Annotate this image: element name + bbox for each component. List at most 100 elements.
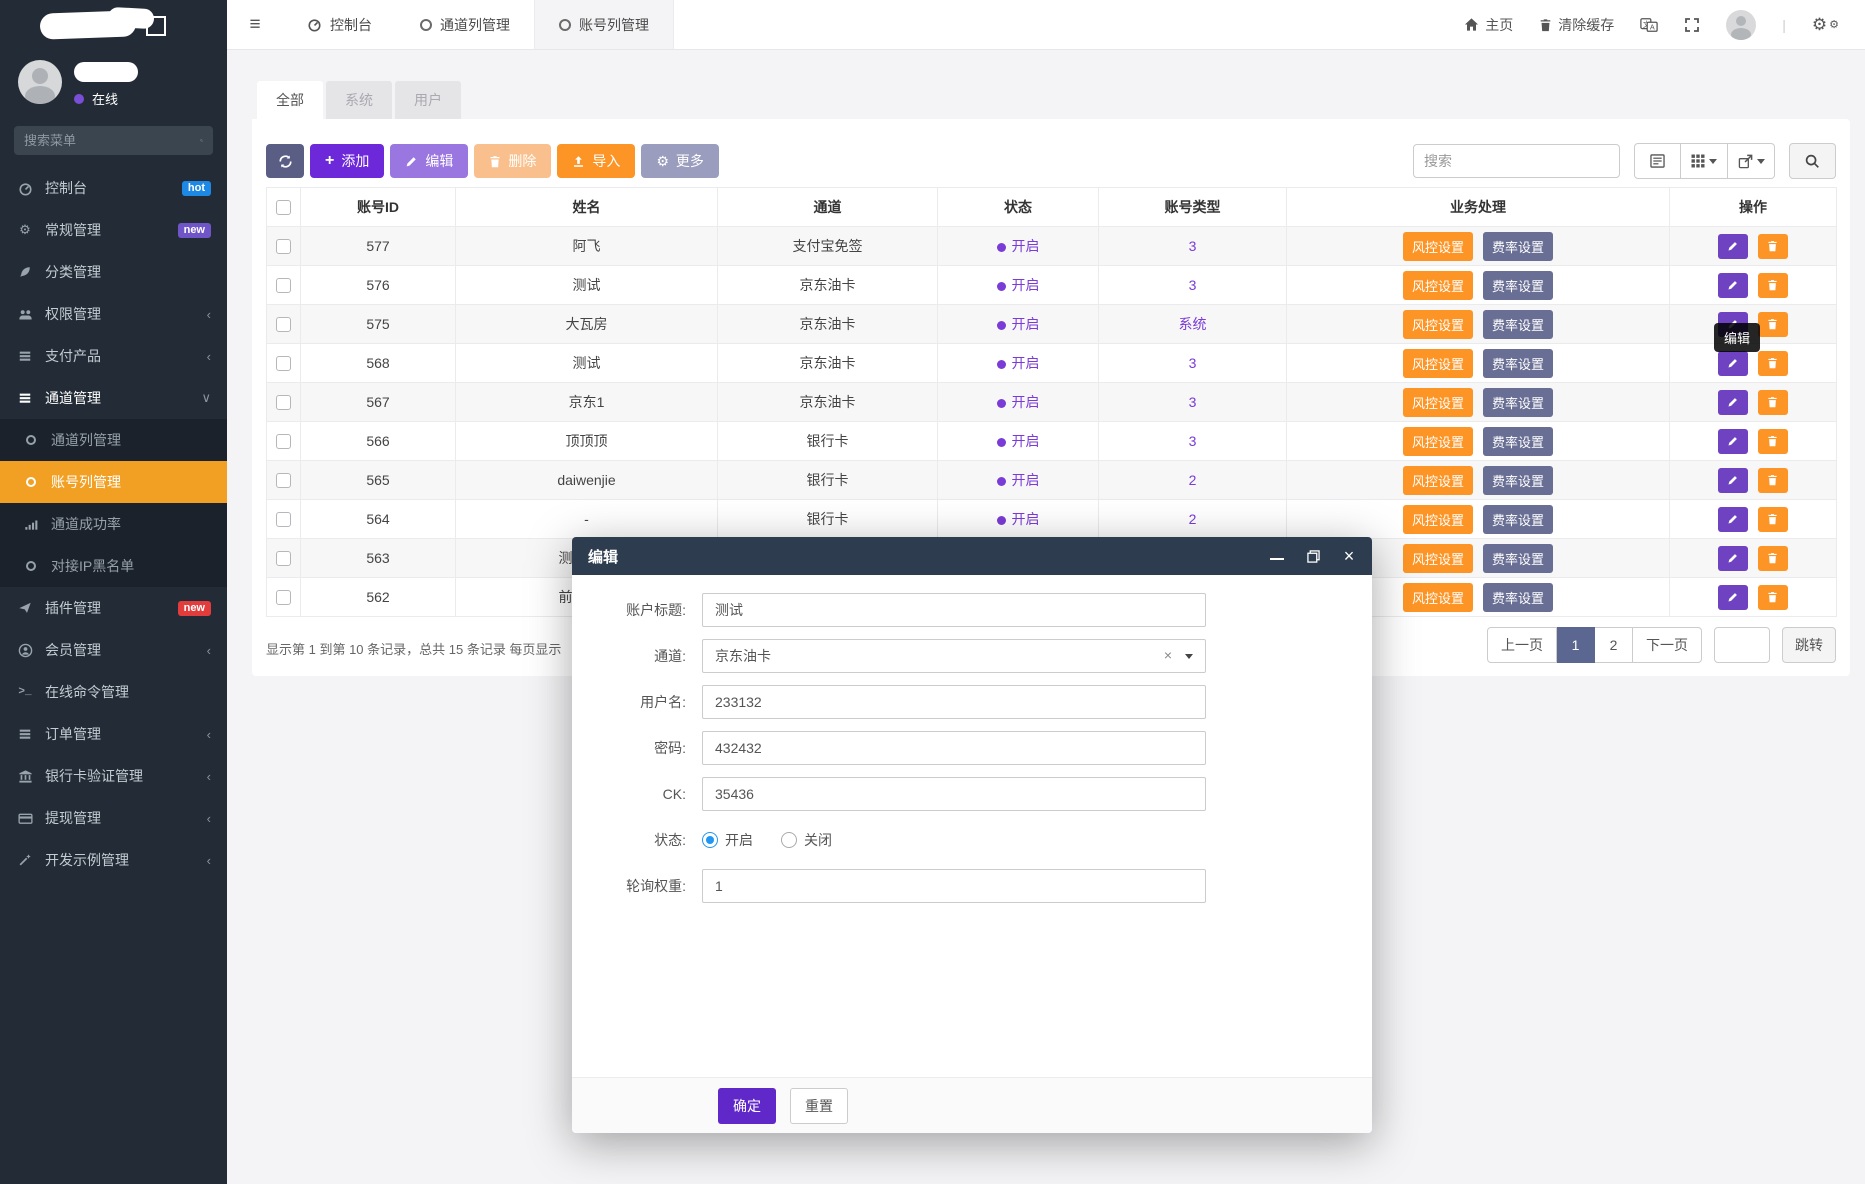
sidebar-item-orders[interactable]: 订单管理 ‹	[0, 713, 227, 755]
row-edit-button[interactable]	[1718, 506, 1749, 532]
row-delete-button[interactable]	[1757, 311, 1788, 337]
risk-settings-button[interactable]: 风控设置	[1403, 387, 1474, 417]
risk-settings-button[interactable]: 风控设置	[1403, 348, 1474, 378]
sidebar-item-account-list[interactable]: 账号列管理	[0, 461, 227, 503]
page-2-button[interactable]: 2	[1595, 627, 1633, 663]
search-button[interactable]	[1789, 143, 1836, 179]
rate-settings-button[interactable]: 费率设置	[1482, 582, 1553, 612]
row-checkbox[interactable]	[276, 590, 291, 606]
sidebar-item-channel-mgmt[interactable]: 通道管理 ∨	[0, 377, 227, 419]
row-checkbox[interactable]	[276, 434, 291, 450]
sidebar-item-bankcard-verify[interactable]: 银行卡验证管理 ‹	[0, 755, 227, 797]
tab-all[interactable]: 全部	[257, 81, 323, 119]
navbar-avatar[interactable]	[1726, 9, 1757, 40]
translate-icon[interactable]: 文A	[1640, 17, 1658, 33]
more-button[interactable]: ⚙ 更多	[641, 144, 719, 178]
tab-system[interactable]: 系统	[326, 81, 392, 119]
sidebar-item-pay-products[interactable]: 支付产品 ‹	[0, 335, 227, 377]
row-edit-button[interactable]	[1718, 389, 1749, 415]
row-checkbox[interactable]	[276, 278, 291, 294]
account-title-input[interactable]	[702, 593, 1206, 627]
row-checkbox[interactable]	[276, 512, 291, 528]
jump-button[interactable]: 跳转	[1782, 627, 1836, 663]
risk-settings-button[interactable]: 风控设置	[1403, 426, 1474, 456]
sidebar-search-input[interactable]	[24, 133, 200, 148]
maximize-icon[interactable]	[1306, 549, 1320, 563]
row-delete-button[interactable]	[1757, 428, 1788, 454]
risk-settings-button[interactable]: 风控设置	[1403, 504, 1474, 534]
fullscreen-icon[interactable]	[1684, 17, 1700, 33]
row-checkbox[interactable]	[276, 395, 291, 411]
hamburger-menu-icon[interactable]: ≡	[227, 0, 283, 49]
user-avatar[interactable]	[18, 60, 62, 104]
refresh-button[interactable]	[266, 144, 304, 178]
close-icon[interactable]: ×	[1342, 546, 1356, 566]
risk-settings-button[interactable]: 风控设置	[1403, 543, 1474, 573]
row-edit-button[interactable]	[1718, 272, 1749, 298]
navtab-channel-list[interactable]: 通道列管理	[396, 0, 534, 49]
navtab-account-list[interactable]: 账号列管理	[534, 0, 674, 49]
risk-settings-button[interactable]: 风控设置	[1403, 465, 1474, 495]
delete-button[interactable]: 删除	[474, 144, 552, 178]
row-edit-button[interactable]	[1718, 350, 1749, 376]
sidebar-item-general[interactable]: ⚙ 常规管理 new	[0, 209, 227, 251]
rate-settings-button[interactable]: 费率设置	[1482, 543, 1553, 573]
select-all-checkbox[interactable]	[276, 200, 291, 216]
row-edit-button[interactable]	[1718, 233, 1749, 259]
sidebar-item-withdrawals[interactable]: 提现管理 ‹	[0, 797, 227, 839]
rate-settings-button[interactable]: 费率设置	[1482, 231, 1553, 261]
row-checkbox[interactable]	[276, 356, 291, 372]
sidebar-item-permissions[interactable]: 权限管理 ‹	[0, 293, 227, 335]
row-edit-button[interactable]	[1718, 545, 1749, 571]
home-link[interactable]: 主页	[1464, 15, 1513, 35]
row-delete-button[interactable]	[1757, 350, 1788, 376]
row-edit-button[interactable]	[1718, 584, 1749, 610]
page-1-button[interactable]: 1	[1557, 627, 1595, 663]
status-off-radio[interactable]: 关闭	[781, 830, 832, 850]
next-page-button[interactable]: 下一页	[1633, 627, 1702, 663]
tab-user[interactable]: 用户	[395, 81, 461, 119]
sidebar-item-channel-success-rate[interactable]: 通道成功率	[0, 503, 227, 545]
channel-select[interactable]	[702, 639, 1206, 673]
clear-cache-link[interactable]: 清除缓存	[1539, 15, 1614, 35]
columns-button[interactable]	[1681, 143, 1728, 179]
table-search-input[interactable]	[1413, 144, 1620, 178]
row-delete-button[interactable]	[1757, 545, 1788, 571]
navtab-dashboard[interactable]: 控制台	[283, 0, 396, 49]
weight-input[interactable]	[702, 869, 1206, 903]
row-checkbox[interactable]	[276, 239, 291, 255]
row-delete-button[interactable]	[1757, 467, 1788, 493]
add-button[interactable]: + 添加	[310, 144, 385, 178]
rate-settings-button[interactable]: 费率设置	[1482, 387, 1553, 417]
risk-settings-button[interactable]: 风控设置	[1403, 582, 1474, 612]
settings-gears-icon[interactable]: ⚙ ⚙	[1812, 15, 1839, 35]
row-delete-button[interactable]	[1757, 389, 1788, 415]
risk-settings-button[interactable]: 风控设置	[1403, 270, 1474, 300]
row-delete-button[interactable]	[1757, 506, 1788, 532]
modal-header[interactable]: 编辑 ×	[572, 537, 1372, 575]
prev-page-button[interactable]: 上一页	[1487, 627, 1557, 663]
risk-settings-button[interactable]: 风控设置	[1403, 231, 1474, 261]
row-checkbox[interactable]	[276, 473, 291, 489]
password-input[interactable]	[702, 731, 1206, 765]
sidebar-item-dev-examples[interactable]: 开发示例管理 ‹	[0, 839, 227, 881]
username-input[interactable]	[702, 685, 1206, 719]
sidebar-search[interactable]	[14, 126, 213, 155]
rate-settings-button[interactable]: 费率设置	[1482, 504, 1553, 534]
sidebar-item-plugins[interactable]: 插件管理 new	[0, 587, 227, 629]
sidebar-item-dashboard[interactable]: 控制台 hot	[0, 167, 227, 209]
row-edit-button[interactable]	[1718, 467, 1749, 493]
rate-settings-button[interactable]: 费率设置	[1482, 465, 1553, 495]
import-button[interactable]: 导入	[557, 144, 636, 178]
risk-settings-button[interactable]: 风控设置	[1403, 309, 1474, 339]
rate-settings-button[interactable]: 费率设置	[1482, 309, 1553, 339]
row-checkbox[interactable]	[276, 317, 291, 333]
sidebar-item-online-commands[interactable]: >_ 在线命令管理	[0, 671, 227, 713]
row-delete-button[interactable]	[1757, 584, 1788, 610]
status-on-radio[interactable]: 开启	[702, 830, 753, 850]
edit-button[interactable]: 编辑	[390, 144, 469, 178]
rate-settings-button[interactable]: 费率设置	[1482, 348, 1553, 378]
confirm-button[interactable]: 确定	[718, 1087, 776, 1124]
reset-button[interactable]: 重置	[790, 1087, 848, 1124]
page-jump-input[interactable]	[1714, 627, 1770, 663]
